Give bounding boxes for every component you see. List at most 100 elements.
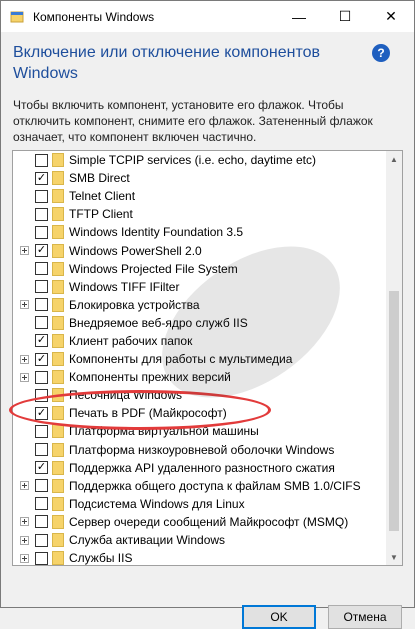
folder-icon: [52, 315, 64, 330]
feature-row[interactable]: Windows PowerShell 2.0: [13, 241, 388, 259]
feature-row[interactable]: Клиент рабочих папок: [13, 332, 388, 350]
feature-row[interactable]: Simple TCPIP services (i.e. echo, daytim…: [13, 151, 388, 169]
scrollbar-thumb[interactable]: [389, 291, 399, 531]
expand-plus-icon[interactable]: [20, 535, 29, 545]
feature-label: Платформа виртуальной машины: [69, 424, 259, 439]
folder-icon: [52, 370, 64, 385]
feature-label: Компоненты прежних версий: [69, 370, 231, 385]
feature-checkbox[interactable]: [35, 479, 48, 493]
feature-row[interactable]: Песочница Windows: [13, 386, 388, 404]
feature-row[interactable]: Сервер очереди сообщений Майкрософт (MSM…: [13, 513, 388, 531]
feature-checkbox[interactable]: [35, 461, 48, 475]
folder-icon: [52, 279, 64, 294]
folder-icon: [52, 460, 64, 475]
folder-icon: [52, 225, 64, 240]
feature-label: Клиент рабочих папок: [69, 333, 193, 348]
ok-button[interactable]: OK: [242, 605, 316, 629]
help-icon[interactable]: ?: [372, 44, 390, 62]
feature-checkbox[interactable]: [35, 153, 48, 167]
feature-checkbox[interactable]: [35, 316, 48, 330]
folder-icon: [52, 207, 64, 222]
dialog-heading: Включение или отключение компонентов Win…: [13, 44, 320, 82]
feature-checkbox[interactable]: [35, 244, 48, 258]
feature-row[interactable]: Telnet Client: [13, 187, 388, 205]
feature-checkbox[interactable]: [35, 551, 48, 565]
feature-row[interactable]: Служба активации Windows: [13, 531, 388, 549]
folder-icon: [52, 243, 64, 258]
feature-checkbox[interactable]: [35, 280, 48, 294]
feature-checkbox[interactable]: [35, 370, 48, 384]
feature-row[interactable]: Поддержка API удаленного разностного сжа…: [13, 459, 388, 477]
feature-checkbox[interactable]: [35, 406, 48, 420]
expand-plus-icon[interactable]: [20, 372, 29, 382]
expand-plus-icon[interactable]: [20, 246, 29, 256]
feature-checkbox[interactable]: [35, 207, 48, 221]
feature-row[interactable]: SMB Direct: [13, 169, 388, 187]
title-bar[interactable]: Компоненты Windows — ☐ ✕: [1, 1, 414, 32]
folder-icon: [52, 478, 64, 493]
feature-checkbox[interactable]: [35, 515, 48, 529]
feature-checkbox[interactable]: [35, 443, 48, 457]
expand-plus-icon[interactable]: [20, 300, 29, 310]
feature-row[interactable]: Платформа виртуальной машины: [13, 422, 388, 440]
expand-plus-icon[interactable]: [20, 354, 29, 364]
feature-row[interactable]: Блокировка устройства: [13, 296, 388, 314]
feature-row[interactable]: Windows Projected File System: [13, 260, 388, 278]
feature-row[interactable]: Windows TIFF IFilter: [13, 278, 388, 296]
windows-features-icon: [9, 9, 25, 25]
minimize-button[interactable]: —: [276, 1, 322, 32]
folder-icon: [52, 388, 64, 403]
folder-icon: [52, 153, 64, 168]
feature-label: Сервер очереди сообщений Майкрософт (MSM…: [69, 514, 349, 529]
feature-label: Песочница Windows: [69, 388, 182, 403]
feature-checkbox[interactable]: [35, 424, 48, 438]
feature-label: Windows Identity Foundation 3.5: [69, 225, 244, 240]
feature-checkbox[interactable]: [35, 497, 48, 511]
feature-checkbox[interactable]: [35, 189, 48, 203]
features-list[interactable]: Simple TCPIP services (i.e. echo, daytim…: [12, 150, 403, 566]
feature-row[interactable]: Компоненты прежних версий: [13, 368, 388, 386]
scroll-up-arrow-icon[interactable]: ▲: [386, 151, 402, 167]
scroll-down-arrow-icon[interactable]: ▼: [386, 549, 402, 565]
feature-checkbox[interactable]: [35, 334, 48, 348]
folder-icon: [52, 533, 64, 548]
feature-label: Компоненты для работы с мультимедиа: [69, 352, 293, 367]
features-rows: Simple TCPIP services (i.e. echo, daytim…: [13, 151, 388, 565]
folder-icon: [52, 551, 64, 565]
feature-label: Поддержка общего доступа к файлам SMB 1.…: [69, 478, 361, 493]
feature-label: Печать в PDF (Майкрософт): [69, 406, 227, 421]
feature-row[interactable]: TFTP Client: [13, 205, 388, 223]
feature-checkbox[interactable]: [35, 352, 48, 366]
cancel-button[interactable]: Отмена: [328, 605, 402, 629]
feature-row[interactable]: Компоненты для работы с мультимедиа: [13, 350, 388, 368]
close-button[interactable]: ✕: [368, 1, 414, 32]
feature-checkbox[interactable]: [35, 262, 48, 276]
expand-plus-icon[interactable]: [20, 553, 29, 563]
feature-checkbox[interactable]: [35, 298, 48, 312]
vertical-scrollbar[interactable]: ▲ ▼: [386, 151, 402, 565]
expand-plus-icon[interactable]: [20, 517, 29, 527]
folder-icon: [52, 333, 64, 348]
maximize-button[interactable]: ☐: [322, 1, 368, 32]
feature-row[interactable]: Подсистема Windows для Linux: [13, 495, 388, 513]
feature-checkbox[interactable]: [35, 225, 48, 239]
expand-plus-icon[interactable]: [20, 481, 29, 491]
folder-icon: [52, 261, 64, 276]
feature-row[interactable]: Печать в PDF (Майкрософт): [13, 404, 388, 422]
folder-icon: [52, 171, 64, 186]
feature-checkbox[interactable]: [35, 388, 48, 402]
feature-row[interactable]: Поддержка общего доступа к файлам SMB 1.…: [13, 477, 388, 495]
feature-row[interactable]: Внедряемое веб-ядро служб IIS: [13, 314, 388, 332]
folder-icon: [52, 424, 64, 439]
feature-row[interactable]: Платформа низкоуровневой оболочки Window…: [13, 441, 388, 459]
feature-row[interactable]: Windows Identity Foundation 3.5: [13, 223, 388, 241]
feature-checkbox[interactable]: [35, 171, 48, 185]
feature-checkbox[interactable]: [35, 533, 48, 547]
feature-row[interactable]: Службы IIS: [13, 549, 388, 565]
